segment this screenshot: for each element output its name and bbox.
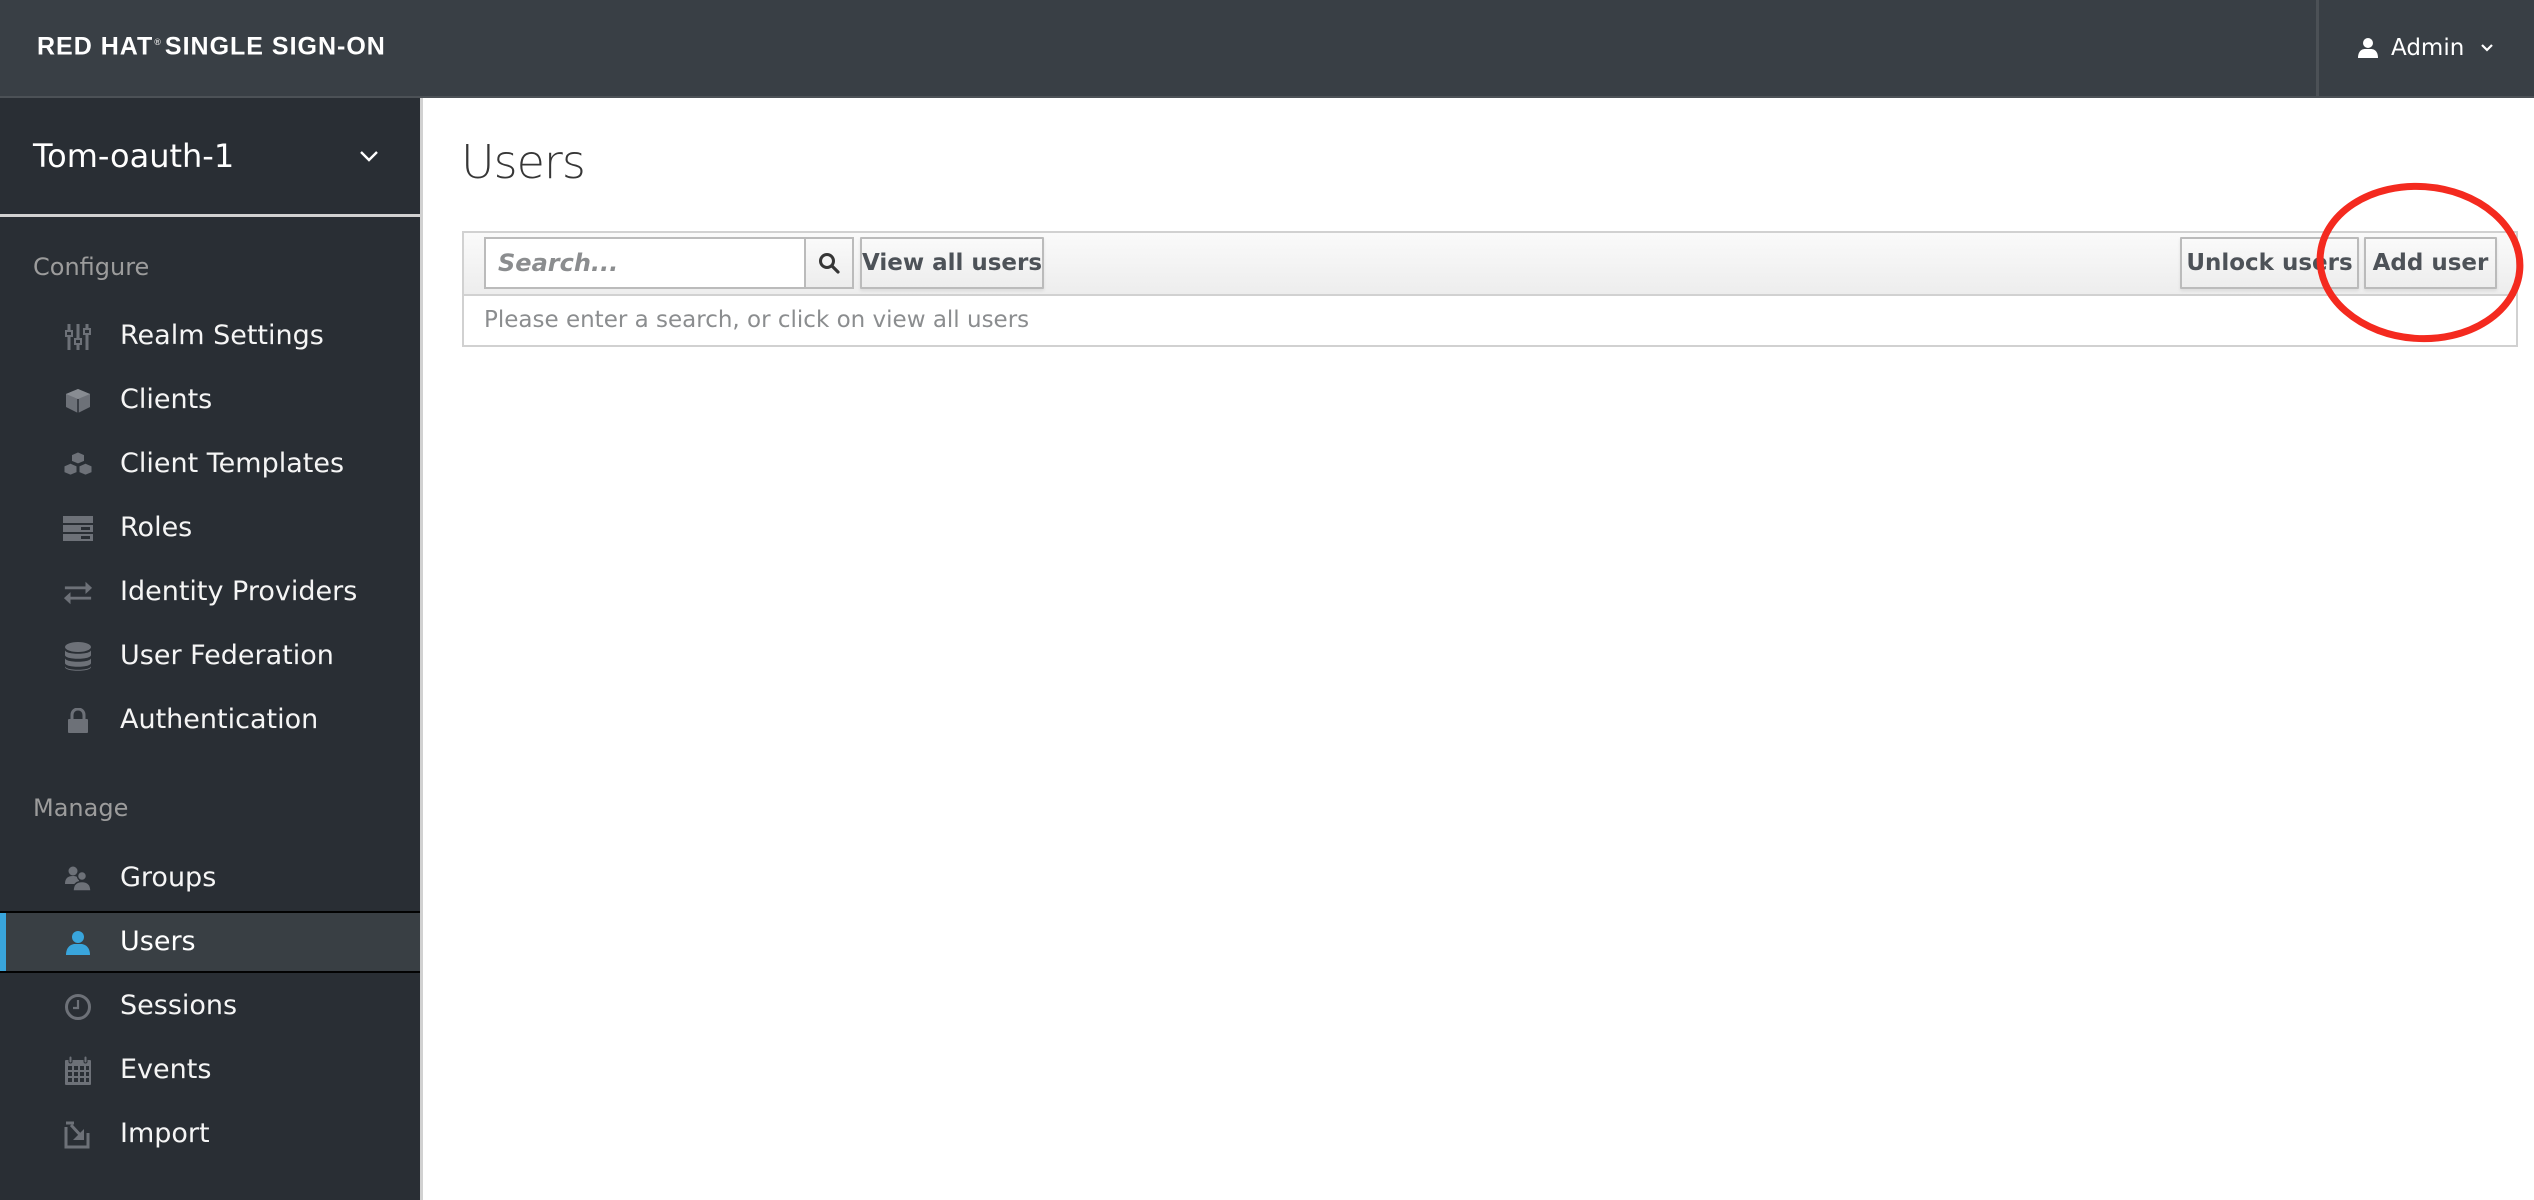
sidebar-item-clients[interactable]: Clients [0,369,420,431]
sidebar-item-realm-settings[interactable]: Realm Settings [0,305,420,367]
table-toolbar: View all users Unlock users Add user [464,233,2516,296]
sidebar-item-label: Sessions [120,990,238,1021]
sidebar-item-groups[interactable]: Groups [0,847,420,909]
realm-name: Tom-oauth-1 [33,137,235,175]
sidebar-item-identity-providers[interactable]: Identity Providers [0,561,420,623]
user-icon [2358,38,2378,58]
sidebar-item-label: Roles [120,512,193,543]
sidebar-item-label: User Federation [120,640,334,671]
section-title-configure: Configure [33,253,150,281]
sidebar-item-label: Groups [120,862,217,893]
cube-icon [63,386,93,416]
sidebar-item-label: Import [120,1118,210,1149]
user-icon [63,928,93,958]
empty-state-message: Please enter a search, or click on view … [484,307,1030,333]
sidebar-item-client-templates[interactable]: Client Templates [0,433,420,495]
users-table: View all users Unlock users Add user Ple… [462,231,2518,347]
sidebar-item-sessions[interactable]: Sessions [0,975,420,1037]
page-title: Users [461,135,586,189]
view-all-users-button[interactable]: View all users [860,237,1044,289]
registered-mark: ® [154,37,162,47]
sidebar-item-label: Users [120,926,196,957]
search-input[interactable] [484,237,804,289]
sidebar-item-users[interactable]: Users [0,911,420,973]
cubes-icon [63,450,93,480]
sidebar-item-events[interactable]: Events [0,1039,420,1101]
import-icon [63,1120,93,1150]
sidebar-item-authentication[interactable]: Authentication [0,689,420,751]
sidebar: Tom-oauth-1 Configure Realm Settings Cli… [0,98,423,1200]
brand-red-hat: RED HAT [37,32,154,61]
sidebar-item-label: Realm Settings [120,320,324,351]
sidebar-item-label: Clients [120,384,213,415]
clock-icon [63,992,93,1022]
server-icon [63,514,93,544]
brand-product: SINGLE SIGN-ON [164,32,386,61]
sidebar-item-label: Identity Providers [120,576,358,607]
sliders-icon [63,322,93,352]
lock-icon [63,706,93,736]
search-button[interactable] [804,237,854,289]
sidebar-item-roles[interactable]: Roles [0,497,420,559]
sidebar-item-label: Events [120,1054,212,1085]
chevron-down-icon [360,151,378,162]
sidebar-item-label: Client Templates [120,448,345,479]
calendar-icon [63,1056,93,1086]
masthead: RED HAT® SINGLE SIGN-ON Admin [0,0,2534,98]
add-user-button[interactable]: Add user [2364,237,2497,289]
user-menu-dropdown[interactable]: Admin [2316,0,2534,96]
unlock-users-button[interactable]: Unlock users [2180,237,2359,289]
sidebar-item-user-federation[interactable]: User Federation [0,625,420,687]
sidebar-item-import[interactable]: Import [0,1103,420,1165]
user-name: Admin [2391,35,2465,61]
users-icon [63,864,93,894]
search-icon [819,253,840,274]
database-icon [63,642,93,672]
sidebar-item-label: Authentication [120,704,319,735]
section-title-manage: Manage [33,794,129,822]
brand-logo[interactable]: RED HAT® SINGLE SIGN-ON [37,28,386,60]
chevron-down-icon [2481,44,2494,52]
exchange-icon [63,578,93,608]
realm-selector[interactable]: Tom-oauth-1 [0,98,420,217]
